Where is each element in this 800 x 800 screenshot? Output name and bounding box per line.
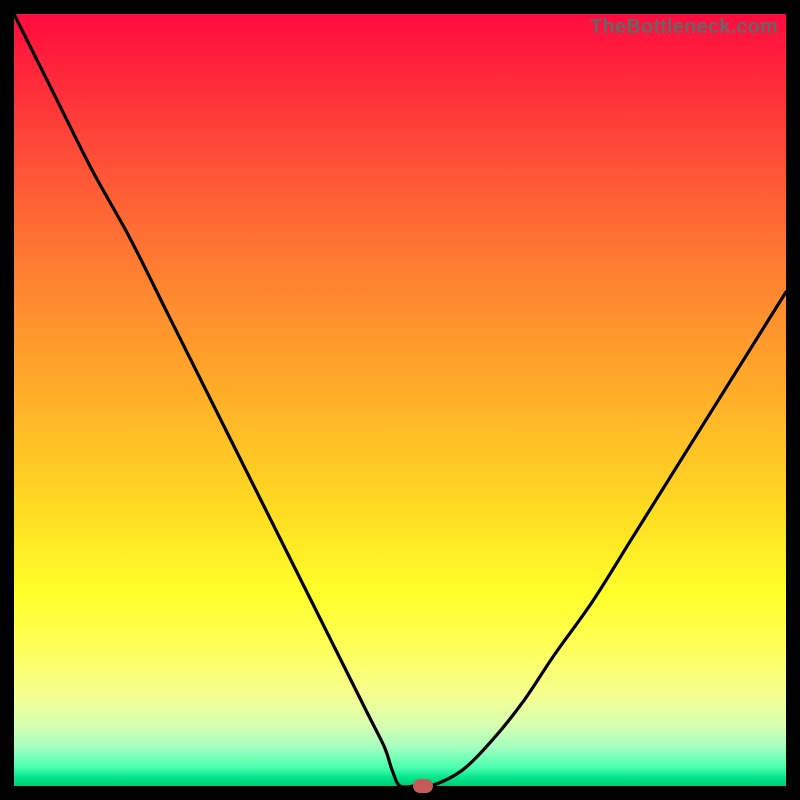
chart-frame: TheBottleneck.com [0,0,800,800]
watermark-text: TheBottleneck.com [590,16,778,39]
optimal-point-marker [413,779,433,793]
chart-plot-area: TheBottleneck.com [14,14,786,786]
bottleneck-curve [14,14,786,786]
